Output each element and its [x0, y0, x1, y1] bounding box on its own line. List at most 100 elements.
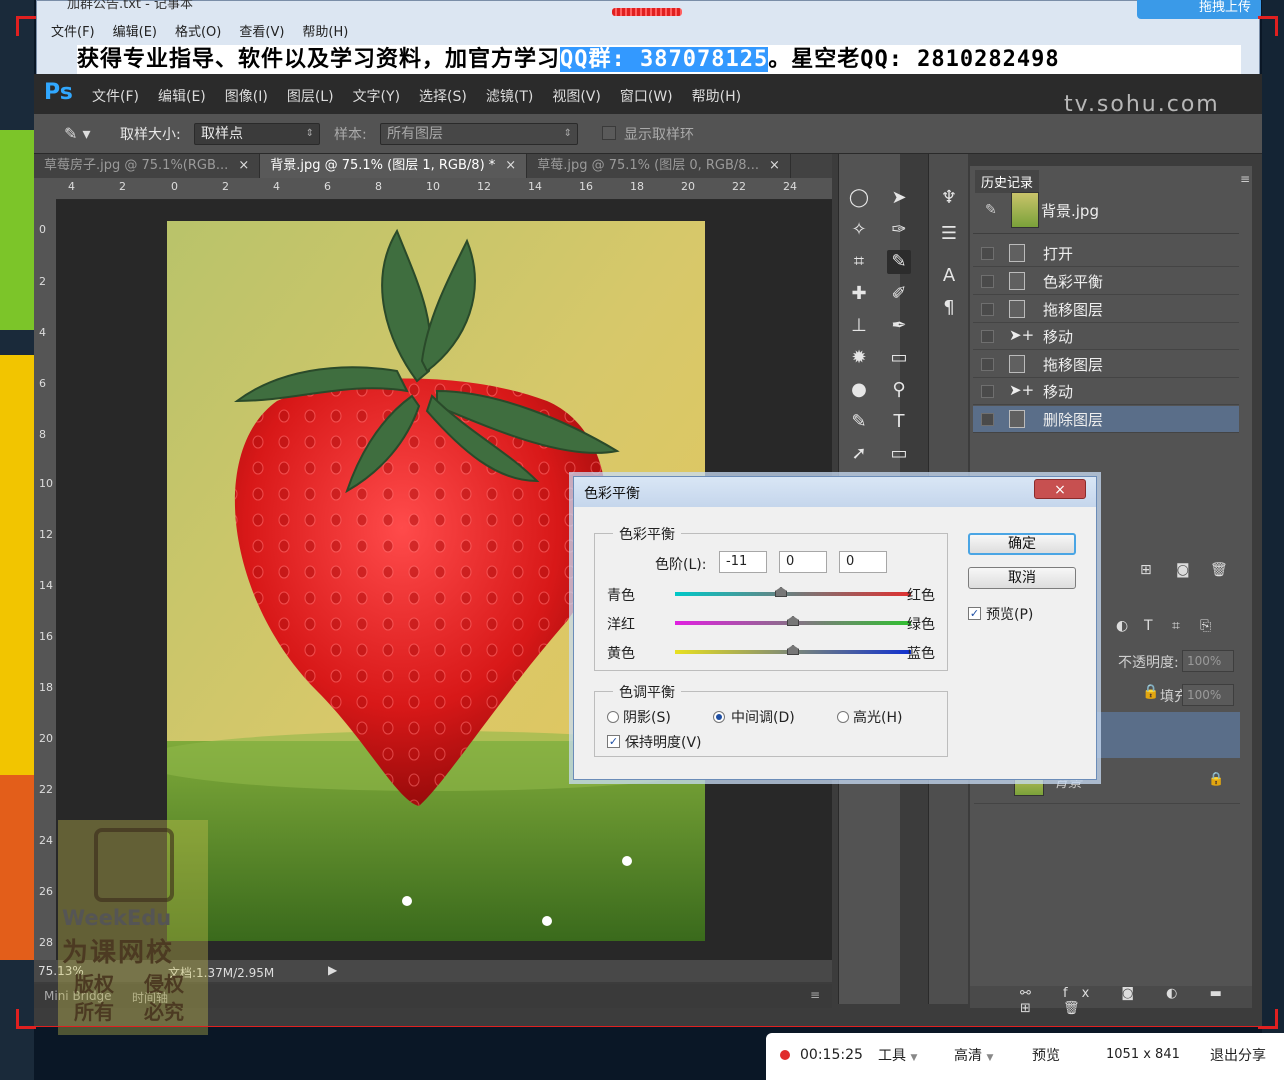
- ps-menu-filter[interactable]: 滤镜(T): [486, 86, 533, 106]
- shadows-radio[interactable]: [607, 711, 619, 723]
- adjust-circle-icon[interactable]: ◐: [1116, 618, 1128, 634]
- eyedropper-icon[interactable]: ✎ ▾: [64, 124, 94, 144]
- ellipse-marquee-icon[interactable]: ◯: [847, 186, 871, 210]
- level-yellow-blue-input[interactable]: 0: [839, 551, 887, 573]
- pen-icon[interactable]: ✎: [847, 410, 871, 434]
- midtones-radio[interactable]: [713, 711, 725, 723]
- history-item[interactable]: ➤+ 移动: [973, 323, 1239, 350]
- type-icon[interactable]: T: [887, 410, 911, 434]
- tab-strawberry[interactable]: 草莓.jpg @ 75.1% (图层 0, RGB/8... ×: [527, 154, 791, 178]
- level-magenta-green-input[interactable]: 0: [779, 551, 827, 573]
- slider-thumb[interactable]: [775, 587, 787, 597]
- gradient-icon[interactable]: ▭: [887, 346, 911, 370]
- brush-icon[interactable]: ✐: [887, 282, 911, 306]
- history-checkbox[interactable]: [981, 303, 994, 316]
- opacity-field[interactable]: 100%: [1182, 650, 1234, 672]
- play-icon[interactable]: ▶: [328, 963, 337, 977]
- rectangle-icon[interactable]: ▭: [887, 442, 911, 466]
- magenta-green-slider[interactable]: [675, 616, 911, 626]
- dodge-icon[interactable]: ⚲: [887, 378, 911, 402]
- trash-icon[interactable]: 🗑: [1210, 562, 1228, 578]
- sample-size-select[interactable]: 取样点 ⇕: [194, 123, 320, 145]
- blur-icon[interactable]: ●: [847, 378, 871, 402]
- eyedropper-icon[interactable]: ✎: [887, 250, 911, 274]
- panel-menu-icon[interactable]: ≡: [1240, 172, 1250, 186]
- ps-menu-file[interactable]: 文件(F): [92, 86, 139, 106]
- cyan-red-slider[interactable]: [675, 587, 911, 597]
- new-document-icon[interactable]: ⊞: [1140, 562, 1152, 578]
- close-button[interactable]: ×: [1034, 479, 1086, 499]
- smart-object-icon[interactable]: ⎘: [1200, 618, 1211, 634]
- ps-menu-image[interactable]: 图像(I): [225, 86, 268, 106]
- brush-preset-icon[interactable]: ♆: [937, 186, 961, 210]
- healing-brush-icon[interactable]: ✚: [847, 282, 871, 306]
- history-checkbox[interactable]: [981, 247, 994, 260]
- history-item[interactable]: ➤+ 移动: [973, 378, 1239, 405]
- ps-menu-window[interactable]: 窗口(W): [620, 86, 673, 106]
- level-cyan-red-input[interactable]: -11: [719, 551, 767, 573]
- show-ring-checkbox[interactable]: [602, 126, 616, 140]
- ok-button[interactable]: 确定: [968, 533, 1076, 555]
- adjust-icon[interactable]: ☰: [937, 222, 961, 246]
- yellow-blue-slider[interactable]: [675, 645, 911, 655]
- ps-menu-layer[interactable]: 图层(L): [287, 86, 334, 106]
- close-icon[interactable]: ×: [505, 158, 516, 173]
- slider-thumb[interactable]: [787, 616, 799, 626]
- panel-menu-icon[interactable]: ≡: [810, 988, 820, 1002]
- highlights-radio[interactable]: [837, 711, 849, 723]
- camera-icon[interactable]: ◙: [1176, 562, 1190, 578]
- preview-button[interactable]: 预览: [1032, 1045, 1060, 1065]
- stamp-icon[interactable]: ⊥: [847, 314, 871, 338]
- eraser-icon[interactable]: ✹: [847, 346, 871, 370]
- notepad-menu-help[interactable]: 帮助(H): [302, 21, 348, 40]
- move-icon[interactable]: ➤: [887, 186, 911, 210]
- history-checkbox[interactable]: [981, 358, 994, 371]
- notepad-menu-format[interactable]: 格式(O): [175, 21, 221, 40]
- history-brush-icon[interactable]: ✒: [887, 314, 911, 338]
- exit-share-button[interactable]: 退出分享: [1210, 1045, 1266, 1065]
- close-icon[interactable]: ×: [238, 158, 249, 173]
- history-checkbox[interactable]: [981, 275, 994, 288]
- history-item[interactable]: 色彩平衡: [973, 268, 1239, 295]
- fill-field[interactable]: 100%: [1182, 684, 1234, 706]
- notepad-text-area[interactable]: 获得专业指导、软件以及学习资料，加官方学习QQ群: 387078125。星空老Q…: [77, 45, 1241, 75]
- history-snapshot[interactable]: ✎ 背景.jpg: [973, 188, 1239, 234]
- history-item[interactable]: 拖移图层: [973, 351, 1239, 378]
- notepad-menu-edit[interactable]: 编辑(E): [113, 21, 157, 40]
- transform-icon[interactable]: ⌗: [1172, 618, 1180, 634]
- slider-thumb[interactable]: [787, 645, 799, 655]
- close-icon[interactable]: ×: [769, 158, 780, 173]
- upload-button[interactable]: 拖拽上传: [1137, 0, 1261, 19]
- tools-menu[interactable]: 工具 ▼: [878, 1045, 917, 1065]
- dialog-titlebar[interactable]: 色彩平衡 ×: [574, 477, 1096, 507]
- path-select-icon[interactable]: ➚: [847, 442, 871, 466]
- tab-strawberry-house[interactable]: 草莓房子.jpg @ 75.1%(RGB... ×: [34, 154, 261, 178]
- tab-background[interactable]: 背景.jpg @ 75.1% (图层 1, RGB/8) * ×: [260, 154, 528, 178]
- ps-menu-view[interactable]: 视图(V): [552, 86, 601, 106]
- cancel-button[interactable]: 取消: [968, 567, 1076, 589]
- history-checkbox[interactable]: [981, 413, 994, 426]
- lasso-icon[interactable]: ✧: [847, 218, 871, 242]
- sample-select[interactable]: 所有图层 ⇕: [380, 123, 578, 145]
- preserve-luminosity-checkbox[interactable]: ✓: [607, 735, 620, 748]
- ps-menu-select[interactable]: 选择(S): [419, 86, 467, 106]
- type-icon[interactable]: T: [1144, 618, 1153, 634]
- ps-menu-type[interactable]: 文字(Y): [353, 86, 400, 106]
- history-checkbox[interactable]: [981, 330, 994, 343]
- history-item[interactable]: 打开: [973, 240, 1239, 267]
- notepad-menu-view[interactable]: 查看(V): [239, 21, 284, 40]
- history-item-selected[interactable]: 删除图层: [973, 406, 1239, 433]
- paragraph-icon[interactable]: ¶: [937, 296, 961, 320]
- ps-menu-help[interactable]: 帮助(H): [692, 86, 741, 106]
- quality-menu[interactable]: 高清 ▼: [954, 1045, 993, 1065]
- lock-icon[interactable]: 🔒: [1142, 684, 1159, 700]
- crop-icon[interactable]: ⌗: [847, 250, 871, 274]
- history-checkbox[interactable]: [981, 385, 994, 398]
- ps-menu-edit[interactable]: 编辑(E): [158, 86, 206, 106]
- quick-select-icon[interactable]: ✑: [887, 218, 911, 242]
- notepad-menu-file[interactable]: 文件(F): [51, 21, 95, 40]
- character-icon[interactable]: A: [937, 264, 961, 288]
- history-item[interactable]: 拖移图层: [973, 296, 1239, 323]
- preview-checkbox[interactable]: ✓: [968, 607, 981, 620]
- capture-handle[interactable]: [612, 8, 682, 16]
